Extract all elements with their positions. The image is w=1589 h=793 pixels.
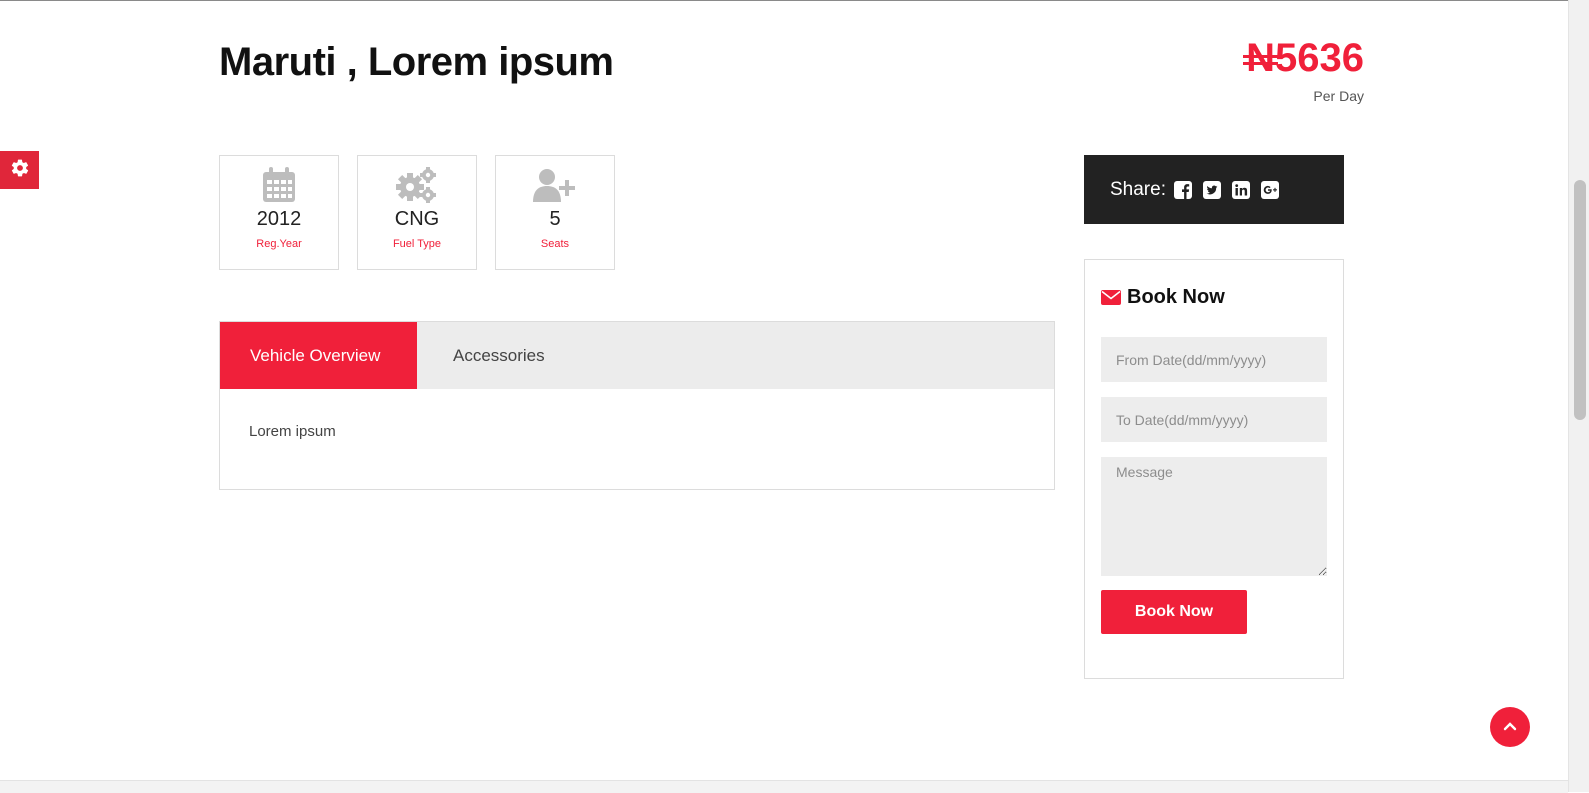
spec-value: 2012 bbox=[256, 208, 302, 230]
google-plus-icon[interactable] bbox=[1260, 180, 1279, 199]
tab-bar: Vehicle Overview Accessories bbox=[220, 322, 1054, 389]
tab-accessories[interactable]: Accessories bbox=[417, 322, 575, 389]
gear-icon bbox=[10, 158, 30, 183]
price: N5636 bbox=[1243, 36, 1364, 80]
spec-label: Seats bbox=[540, 238, 570, 250]
facebook-icon[interactable] bbox=[1173, 180, 1192, 199]
linkedin-icon[interactable] bbox=[1231, 180, 1250, 199]
chevron-up-icon bbox=[1503, 718, 1517, 736]
message-textarea[interactable] bbox=[1101, 457, 1327, 576]
settings-toggle-button[interactable] bbox=[0, 151, 39, 189]
to-date-input[interactable] bbox=[1101, 397, 1327, 442]
currency-symbol: N bbox=[1243, 36, 1278, 80]
booking-panel: Book Now Book Now bbox=[1084, 259, 1344, 679]
user-plus-icon bbox=[496, 166, 614, 204]
top-border bbox=[0, 0, 1568, 1]
spec-value: 5 bbox=[549, 208, 561, 230]
spec-label: Reg.Year bbox=[256, 238, 302, 250]
from-date-input[interactable] bbox=[1101, 337, 1327, 382]
booking-title: Book Now bbox=[1101, 286, 1327, 309]
book-now-button[interactable]: Book Now bbox=[1101, 590, 1247, 634]
tab-content: Lorem ipsum bbox=[249, 423, 336, 440]
price-unit: Per Day bbox=[1313, 88, 1364, 104]
page-title: Maruti , Lorem ipsum bbox=[219, 40, 614, 84]
spec-reg-year: 2012 Reg.Year bbox=[219, 155, 339, 270]
share-label: Share: bbox=[1110, 178, 1166, 200]
spec-fuel-type: CNG Fuel Type bbox=[357, 155, 477, 270]
scrollbar[interactable] bbox=[1568, 0, 1589, 792]
gears-icon bbox=[358, 166, 476, 204]
calendar-icon bbox=[220, 166, 338, 204]
spec-label: Fuel Type bbox=[392, 238, 442, 250]
scrollbar-thumb[interactable] bbox=[1574, 180, 1586, 420]
spec-value: CNG bbox=[394, 208, 440, 230]
spec-seats: 5 Seats bbox=[495, 155, 615, 270]
envelope-icon bbox=[1101, 290, 1121, 305]
price-amount: 5636 bbox=[1275, 36, 1364, 80]
share-panel: Share: bbox=[1084, 155, 1344, 224]
booking-title-text: Book Now bbox=[1127, 286, 1225, 308]
footer-edge bbox=[0, 780, 1568, 793]
vehicle-tabs: Vehicle Overview Accessories Lorem ipsum bbox=[219, 321, 1055, 490]
back-to-top-button[interactable] bbox=[1490, 707, 1530, 747]
tab-vehicle-overview[interactable]: Vehicle Overview bbox=[220, 322, 417, 389]
twitter-icon[interactable] bbox=[1202, 180, 1221, 199]
